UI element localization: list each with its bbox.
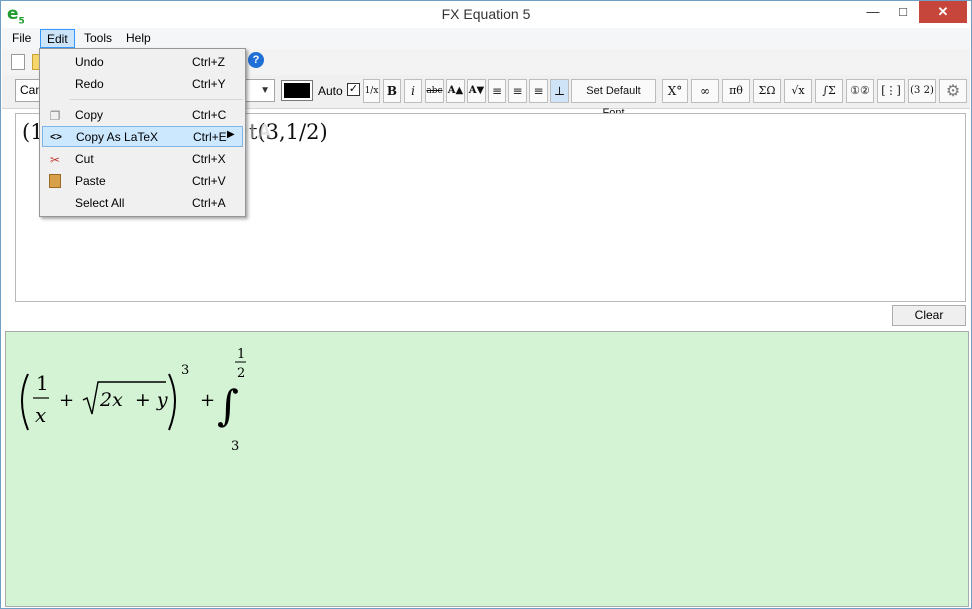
menu-undo[interactable]: Undo Ctrl+Z <box>42 52 243 73</box>
rendered-equation: 1 x + 2x + y 3 + ∫ 1 2 3 <box>21 347 246 454</box>
edit-dropdown-menu: Undo Ctrl+Z Redo Ctrl+Y ❐ Copy Ctrl+C <>… <box>39 48 246 217</box>
align-left-button[interactable]: ≡ <box>488 79 506 103</box>
window-title: FX Equation 5 <box>441 6 531 22</box>
align-right-button[interactable]: ≡ <box>529 79 548 103</box>
align-bottom-button[interactable]: ⊥ <box>550 79 569 103</box>
clear-button[interactable]: Clear <box>892 305 966 326</box>
copy-icon: ❐ <box>49 109 61 123</box>
menu-copy-as-latex-shortcut: Ctrl+E <box>193 130 227 144</box>
binomial-button[interactable]: (3 2) <box>908 79 936 103</box>
left-paren <box>21 373 29 431</box>
root-button[interactable]: √x <box>784 79 812 103</box>
menu-copy-as-latex-label: Copy As LaTeX <box>76 130 159 144</box>
decrease-font-button[interactable]: A▼ <box>467 79 486 103</box>
latex-icon: <> <box>50 132 62 143</box>
integral-upper-denominator: 2 <box>237 366 245 381</box>
integral-lower-limit: 3 <box>231 439 239 454</box>
app-window: e5 FX Equation 5 — □ ✕ File Edit Tools H… <box>0 0 972 609</box>
color-swatch-fill <box>284 83 310 98</box>
menu-undo-label: Undo <box>75 55 104 69</box>
bold-button[interactable]: B <box>383 79 401 103</box>
fraction-button[interactable]: 1/x <box>363 79 380 103</box>
menu-redo[interactable]: Redo Ctrl+Y <box>42 74 243 95</box>
menu-select-all[interactable]: Select All Ctrl+A <box>42 193 243 214</box>
menu-undo-shortcut: Ctrl+Z <box>192 55 225 69</box>
increase-font-button[interactable]: A▲ <box>446 79 465 103</box>
title-bar: e5 FX Equation 5 — □ ✕ <box>1 1 971 28</box>
submenu-arrow-icon: ▶ <box>227 129 235 140</box>
set-default-font-button[interactable]: Set Default Font <box>571 79 656 119</box>
numbering-button[interactable]: ①② <box>846 79 874 103</box>
equation-preview: 1 x + 2x + y 3 + ∫ 1 2 3 <box>5 331 969 607</box>
fraction-numerator: 1 <box>36 371 49 395</box>
menu-bar: File Edit Tools Help <box>2 28 970 49</box>
integral-sign: ∫ <box>217 381 239 430</box>
paste-icon <box>49 174 61 188</box>
italic-button[interactable]: i <box>404 79 422 103</box>
matrix-button[interactable]: [⋮] <box>877 79 905 103</box>
auto-label: Auto <box>318 84 343 98</box>
menu-cut-shortcut: Ctrl+X <box>192 152 226 166</box>
align-center-button[interactable]: ≡ <box>508 79 527 103</box>
sqrt-content: 2x + y <box>99 389 168 411</box>
menu-help[interactable]: Help <box>120 29 157 48</box>
fraction-denominator: x <box>35 403 46 427</box>
color-picker[interactable] <box>281 80 313 101</box>
plus-sign: + <box>59 390 74 411</box>
menu-select-all-shortcut: Ctrl+A <box>192 196 226 210</box>
right-paren <box>168 373 176 431</box>
menu-copy-label: Copy <box>75 108 104 122</box>
greek-button[interactable]: πθ <box>722 79 750 103</box>
menu-redo-shortcut: Ctrl+Y <box>192 77 226 91</box>
menu-tools[interactable]: Tools <box>78 29 118 48</box>
menu-copy-as-latex[interactable]: <> Copy As LaTeX Ctrl+E ▶ <box>42 126 243 147</box>
menu-select-all-label: Select All <box>75 196 125 210</box>
menu-cut-label: Cut <box>75 152 94 166</box>
new-file-icon[interactable] <box>11 54 25 70</box>
sigma-omega-button[interactable]: ΣΩ <box>753 79 781 103</box>
chevron-down-icon: ▼ <box>260 85 270 96</box>
plus-sign-2: + <box>200 390 215 411</box>
exponent: 3 <box>181 363 189 378</box>
minimize-button[interactable]: — <box>859 1 887 23</box>
scissors-icon: ✂ <box>49 153 61 167</box>
menu-file[interactable]: File <box>6 29 37 48</box>
menu-edit[interactable]: Edit <box>40 29 75 48</box>
menu-separator <box>70 99 243 100</box>
superscript-button[interactable]: X° <box>662 79 688 103</box>
menu-paste[interactable]: Paste Ctrl+V <box>42 171 243 192</box>
menu-paste-shortcut: Ctrl+V <box>192 174 226 188</box>
auto-checkbox[interactable]: ✓ <box>347 83 360 96</box>
help-icon[interactable]: ? <box>248 52 264 68</box>
menu-cut[interactable]: ✂ Cut Ctrl+X <box>42 149 243 170</box>
menu-paste-label: Paste <box>75 174 106 188</box>
menu-copy-shortcut: Ctrl+C <box>192 108 227 122</box>
menu-copy[interactable]: ❐ Copy Ctrl+C <box>42 105 243 126</box>
integral-sum-button[interactable]: ∫Σ <box>815 79 843 103</box>
strikethrough-button[interactable]: abc <box>425 79 444 103</box>
close-button[interactable]: ✕ <box>919 1 967 23</box>
integral-upper-numerator: 1 <box>237 347 245 362</box>
menu-redo-label: Redo <box>75 77 104 91</box>
maximize-button[interactable]: □ <box>889 1 917 23</box>
infinity-button[interactable]: ∞ <box>691 79 719 103</box>
settings-gear-icon[interactable]: ⚙ <box>939 79 967 103</box>
